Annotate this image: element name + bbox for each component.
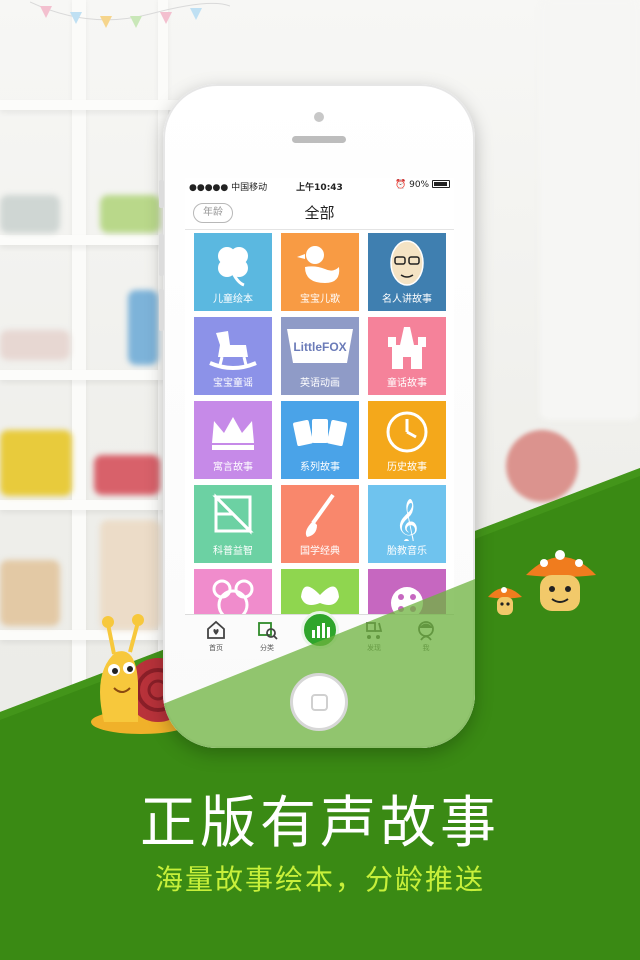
phone-frame: ●●●●● 中国移动 上午10:43 ⏰ 90% 年龄 全部 儿童绘本 宝宝儿歌… [159,84,475,748]
slogan-subtitle: 海量故事绘本，分龄推送 [154,863,485,896]
home-button[interactable] [290,673,348,731]
slogan-title: 正版有声故事 [140,791,500,856]
phone-green-tint [163,579,475,748]
mushroom-characters-icon [488,550,596,615]
